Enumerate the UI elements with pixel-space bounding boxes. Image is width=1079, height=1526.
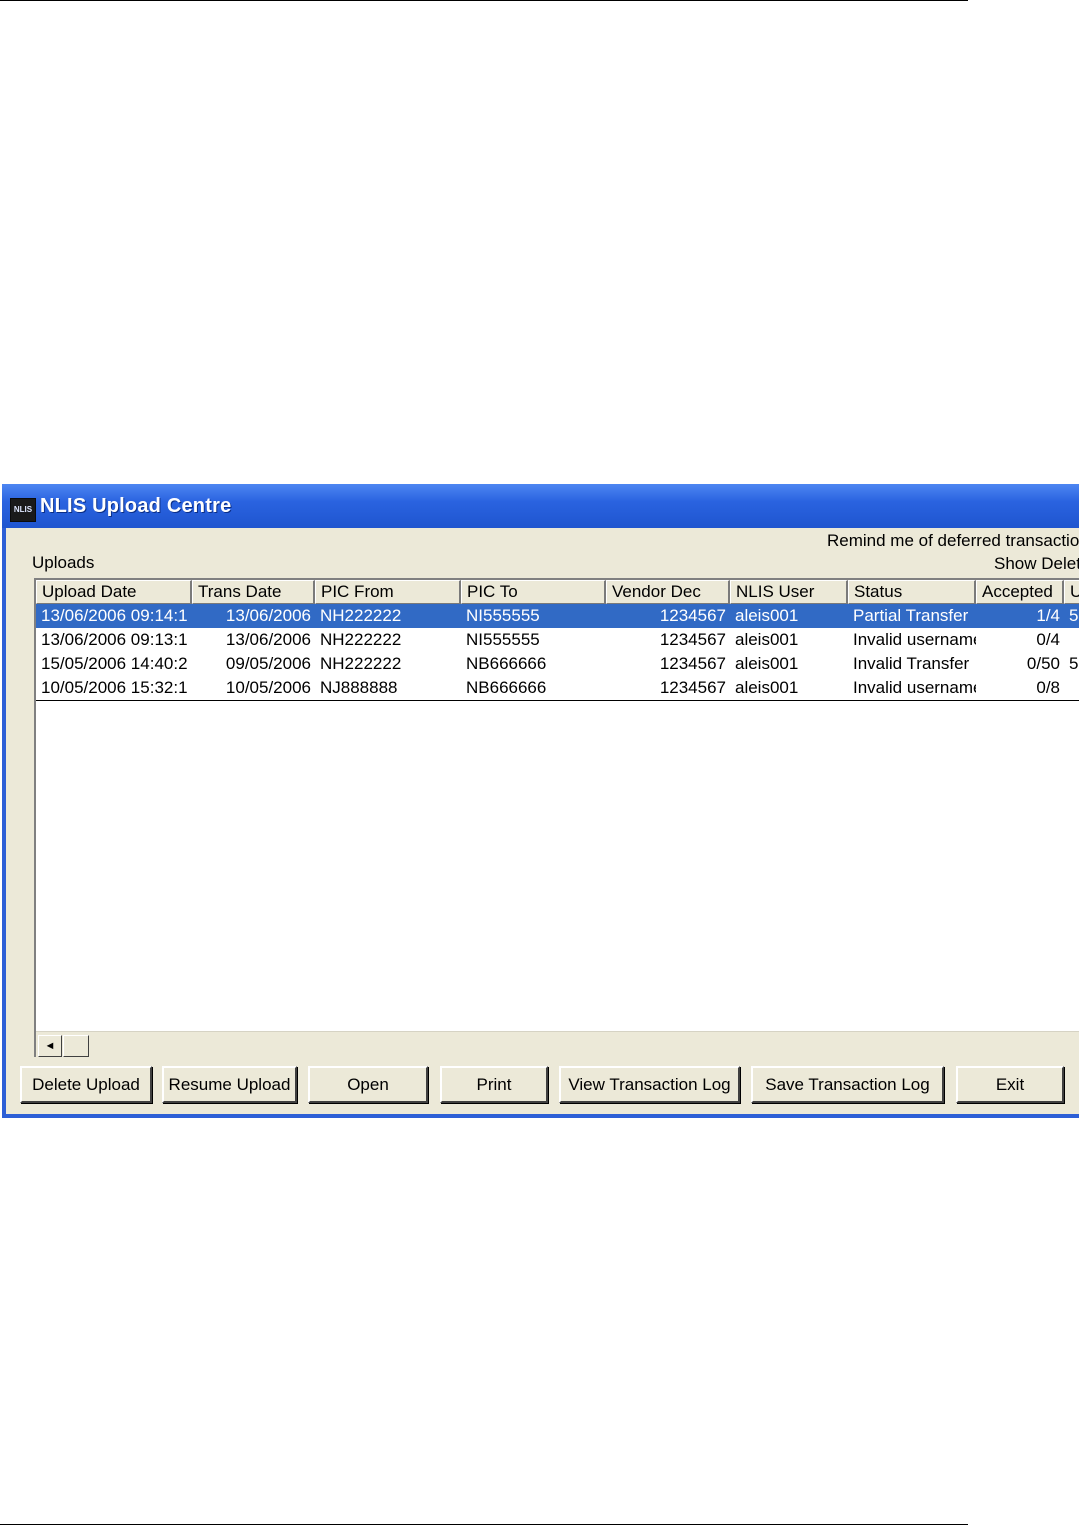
column-header-status[interactable]: Status	[848, 580, 976, 604]
save-transaction-log-button[interactable]: Save Transaction Log	[751, 1066, 944, 1103]
table-row[interactable]: 13/06/2006 09:14:1 13/06/2006 NH222222 NI55…	[36, 604, 1079, 628]
cell-accepted: 0/4	[1036, 630, 1060, 649]
cell-upload-date: 13/06/2006 09:14:1	[41, 606, 188, 625]
cell-trans-date: 09/05/2006	[225, 654, 311, 673]
column-header-trans-date[interactable]: Trans Date	[192, 580, 315, 604]
nlis-app-icon: NLIS	[10, 498, 36, 522]
cell-pic-from: NH222222	[320, 630, 402, 649]
column-header-nlis-user[interactable]: NLIS User	[730, 580, 848, 604]
uploads-label: Uploads	[32, 553, 95, 572]
cell-upload-date: 13/06/2006 09:13:1	[41, 630, 188, 649]
cell-nlis-user: aleis001	[735, 654, 799, 673]
cell-pic-from: NH222222	[320, 654, 402, 673]
table-row[interactable]: 13/06/2006 09:13:1 13/06/2006 NH222222 NI55…	[36, 628, 1079, 652]
cell-u: 5	[1069, 606, 1079, 625]
open-button[interactable]: Open	[308, 1066, 428, 1103]
cell-u	[1064, 676, 1079, 700]
page-bottom-rule	[0, 1524, 968, 1525]
show-deleted-checkbox-label[interactable]: Show Delet	[994, 554, 1079, 574]
upload-centre-window: NLIS NLIS Upload Centre Remind me of def…	[2, 484, 1079, 1118]
cell-status: Invalid username	[853, 630, 976, 649]
cell-pic-to: NI555555	[466, 606, 540, 625]
horizontal-scrollbar[interactable]: ◄	[36, 1031, 1079, 1057]
cell-pic-from: NJ888888	[320, 678, 398, 697]
cell-nlis-user: aleis001	[735, 606, 799, 625]
cell-accepted: 0/50	[1026, 654, 1060, 673]
exit-button[interactable]: Exit	[956, 1066, 1064, 1103]
page-top-rule	[0, 0, 968, 1]
cell-vendor-dec: 1234567	[659, 606, 726, 625]
title-bar[interactable]: NLIS NLIS Upload Centre	[2, 484, 1079, 528]
column-header-pic-from[interactable]: PIC From	[315, 580, 461, 604]
window-title: NLIS Upload Centre	[40, 495, 232, 517]
cell-vendor-dec: 1234567	[659, 630, 726, 649]
scroll-thumb[interactable]	[63, 1035, 89, 1057]
table-row[interactable]: 10/05/2006 15:32:1 10/05/2006 NJ888888 NB66…	[36, 676, 1079, 700]
cell-upload-date: 15/05/2006 14:40:2	[41, 654, 188, 673]
scroll-left-arrow-icon[interactable]: ◄	[38, 1035, 62, 1057]
table-row[interactable]: 15/05/2006 14:40:2 09/05/2006 NH222222 NB66…	[36, 652, 1079, 676]
cell-status: Partial Transfer	[853, 606, 969, 625]
column-header-u[interactable]: U	[1064, 580, 1079, 604]
cell-status: Invalid username	[853, 678, 976, 697]
cell-pic-to: NB666666	[466, 678, 547, 697]
cell-nlis-user: aleis001	[735, 678, 799, 697]
cell-upload-date: 10/05/2006 15:32:1	[41, 678, 188, 697]
cell-vendor-dec: 1234567	[659, 654, 726, 673]
cell-pic-to: NB666666	[466, 654, 547, 673]
uploads-list[interactable]: Upload Date Trans Date PIC From PIC To V…	[34, 578, 1079, 1057]
remind-deferred-checkbox-label[interactable]: Remind me of deferred transactions	[827, 531, 1079, 551]
cell-trans-date: 13/06/2006	[225, 630, 311, 649]
view-transaction-log-button[interactable]: View Transaction Log	[559, 1066, 740, 1103]
window-client-area: Remind me of deferred transactions Uploa…	[6, 528, 1079, 1114]
column-header-accepted[interactable]: Accepted	[976, 580, 1064, 604]
column-header-pic-to[interactable]: PIC To	[461, 580, 606, 604]
cell-pic-to: NI555555	[466, 630, 540, 649]
resume-upload-button[interactable]: Resume Upload	[162, 1066, 297, 1103]
cell-pic-from: NH222222	[320, 606, 402, 625]
cell-trans-date: 13/06/2006	[225, 606, 311, 625]
print-button[interactable]: Print	[440, 1066, 548, 1103]
cell-trans-date: 10/05/2006	[225, 678, 311, 697]
cell-u: 5	[1069, 654, 1079, 673]
cell-u	[1064, 628, 1079, 652]
cell-accepted: 0/8	[1036, 678, 1060, 697]
cell-nlis-user: aleis001	[735, 630, 799, 649]
rows-end-line	[36, 700, 1079, 701]
cell-status: Invalid Transfer	[853, 654, 970, 673]
cell-vendor-dec: 1234567	[659, 678, 726, 697]
delete-upload-button[interactable]: Delete Upload	[20, 1066, 152, 1103]
column-header-vendor-dec[interactable]: Vendor Dec	[606, 580, 730, 604]
cell-accepted: 1/4	[1036, 606, 1060, 625]
column-header-upload-date[interactable]: Upload Date	[36, 580, 192, 604]
